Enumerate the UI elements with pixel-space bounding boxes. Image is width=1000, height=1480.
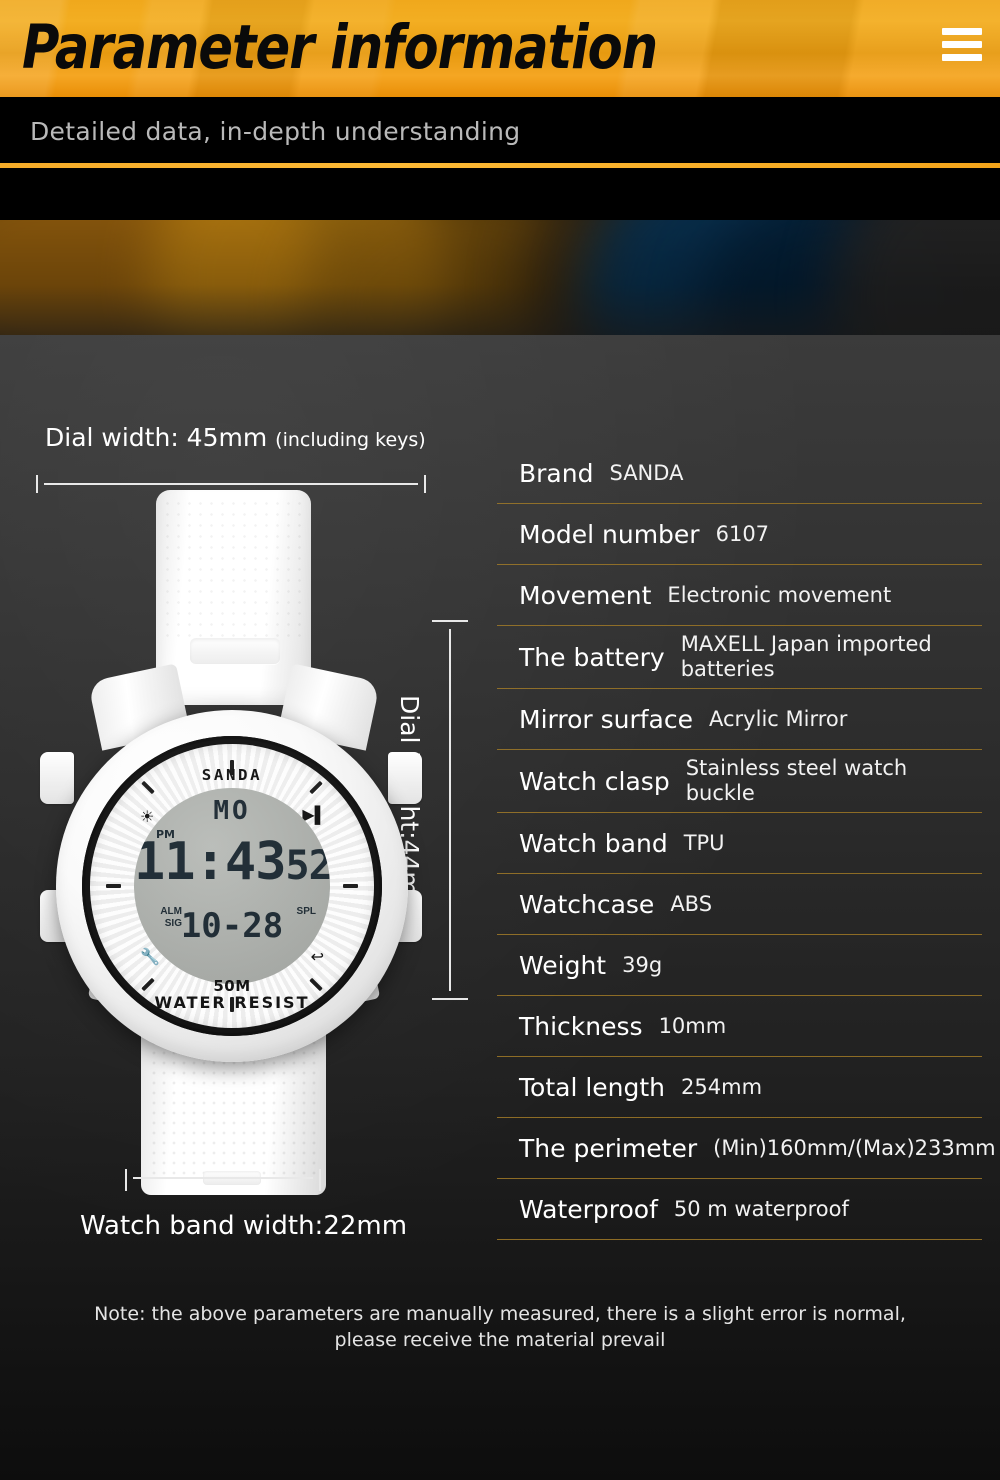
lcd-time-seconds: 52 — [285, 843, 330, 889]
page-subtitle: Detailed data, in-depth understanding — [30, 117, 521, 146]
watch-pusher-button — [40, 752, 74, 804]
watch-case: ☀ 🔧 ▶▌ ↩ SANDA MO PM 11:4352 ALM SIG 10-… — [56, 710, 408, 1062]
table-row: Waterproof 50 m waterproof — [497, 1179, 982, 1240]
back-arrow-icon: ↩ — [310, 949, 324, 966]
table-row: Model number 6107 — [497, 504, 982, 565]
spec-label: Movement — [519, 580, 652, 610]
watch-pusher-button — [388, 752, 422, 804]
dial-width-label: Dial width: 45mm (including keys) — [45, 423, 426, 452]
spec-label: Thickness — [519, 1011, 643, 1041]
footer-note-line-1: Note: the above parameters are manually … — [94, 1303, 906, 1325]
hamburger-bar-2 — [942, 41, 982, 48]
table-row: Watch band TPU — [497, 813, 982, 874]
water-resist-label: WATER RESIST — [154, 993, 310, 1012]
spec-label: The battery — [519, 642, 665, 672]
hamburger-icon[interactable] — [942, 28, 982, 61]
spec-label: Waterproof — [519, 1194, 658, 1224]
dial-width-value: Dial width: 45mm — [45, 423, 268, 452]
hero-banner-image — [0, 168, 1000, 335]
table-row: Brand SANDA — [497, 443, 982, 504]
water-resist-marking: 50M WATER RESIST — [90, 977, 374, 1012]
band-groove — [190, 638, 280, 664]
measure-cap-right — [319, 1169, 321, 1191]
hamburger-bar-3 — [942, 54, 982, 61]
watch-case-ring: ☀ 🔧 ▶▌ ↩ SANDA MO PM 11:4352 ALM SIG 10-… — [82, 736, 382, 1036]
spec-label: Weight — [519, 950, 607, 980]
spec-value: (Min)160mm/(Max)233mm — [713, 1135, 996, 1160]
measure-bar — [44, 483, 418, 485]
table-row: Movement Electronic movement — [497, 565, 982, 626]
watch-brand-mark: SANDA — [201, 766, 263, 784]
spec-value: Electronic movement — [667, 582, 892, 607]
hamburger-bar-1 — [942, 28, 982, 35]
spec-value: SANDA — [609, 460, 684, 485]
spec-value: Acrylic Mirror — [709, 706, 848, 731]
wrench-icon: 🔧 — [140, 949, 160, 966]
footer-note-line-2: please receive the material prevail — [334, 1329, 666, 1351]
spec-label: Watch band — [519, 828, 668, 858]
spec-value: 50 m waterproof — [673, 1196, 849, 1221]
measure-cap-bottom — [432, 998, 468, 1000]
page-title: Parameter information — [22, 12, 658, 83]
spec-label: The perimeter — [519, 1133, 698, 1163]
spec-value: Stainless steel watch buckle — [685, 756, 908, 805]
spec-value: 6107 — [715, 521, 770, 546]
band-width-label: Watch band width:22mm — [80, 1211, 408, 1241]
lcd-time: 11:4352 — [134, 834, 330, 894]
band-texture — [162, 498, 305, 638]
spec-label: Watch clasp — [519, 766, 670, 796]
watch-bezel: ☀ 🔧 ▶▌ ↩ SANDA MO PM 11:4352 ALM SIG 10-… — [90, 744, 374, 1028]
lcd-day-indicator: MO — [213, 796, 251, 826]
measure-bar — [133, 1177, 313, 1179]
band-width-measure-line — [125, 1169, 321, 1191]
spec-label: Brand — [519, 458, 594, 488]
hero-top-mask — [0, 168, 1000, 220]
subtitle-strip: Detailed data, in-depth understanding — [0, 97, 1000, 168]
table-row: Mirror surface Acrylic Mirror — [497, 689, 982, 750]
dial-width-note: (including keys) — [275, 429, 426, 451]
measure-bar-vertical — [449, 629, 451, 991]
spec-value: MAXELL Japan imported batteries — [680, 632, 932, 681]
measure-cap-top — [432, 620, 468, 622]
table-row: The perimeter (Min)160mm/(Max)233mm — [497, 1118, 996, 1179]
bezel-tick — [106, 884, 121, 888]
spec-label: Total length — [519, 1072, 666, 1102]
footer-note: Note: the above parameters are manually … — [0, 1301, 1000, 1353]
spec-value: ABS — [670, 891, 713, 916]
page-header: Parameter information — [0, 0, 1000, 97]
table-row: Total length 254mm — [497, 1057, 982, 1118]
watch-band-top — [156, 490, 311, 705]
specification-table: Brand SANDA Model number 6107 Movement E… — [497, 443, 996, 1240]
table-row: Weight 39g — [497, 935, 982, 996]
table-row: Watchcase ABS — [497, 874, 982, 935]
dial-height-measure-line — [420, 620, 480, 1000]
spec-label: Model number — [519, 519, 700, 549]
bezel-tick — [343, 884, 358, 888]
table-row: Thickness 10mm — [497, 996, 982, 1057]
spec-label: Mirror surface — [519, 704, 693, 734]
table-row: Watch clasp Stainless steel watch buckle — [497, 750, 982, 813]
watch-lcd-display: MO PM 11:4352 ALM SIG 10-28 SPL — [134, 788, 330, 984]
lcd-time-hhmm: 11:43 — [134, 832, 287, 892]
table-row: The battery MAXELL Japan imported batter… — [497, 626, 982, 689]
watch-product-image: ☀ 🔧 ▶▌ ↩ SANDA MO PM 11:4352 ALM SIG 10-… — [36, 490, 426, 1195]
lcd-spl-label: SPL — [296, 906, 316, 917]
spec-value: 254mm — [681, 1074, 763, 1099]
spec-label: Watchcase — [519, 889, 655, 919]
spec-value: TPU — [683, 830, 725, 855]
parameter-panel: Dial width: 45mm (including keys) Dial h… — [0, 335, 1000, 1480]
measure-cap-left — [125, 1169, 127, 1191]
spec-value: 10mm — [658, 1013, 727, 1038]
spec-value: 39g — [622, 952, 663, 977]
